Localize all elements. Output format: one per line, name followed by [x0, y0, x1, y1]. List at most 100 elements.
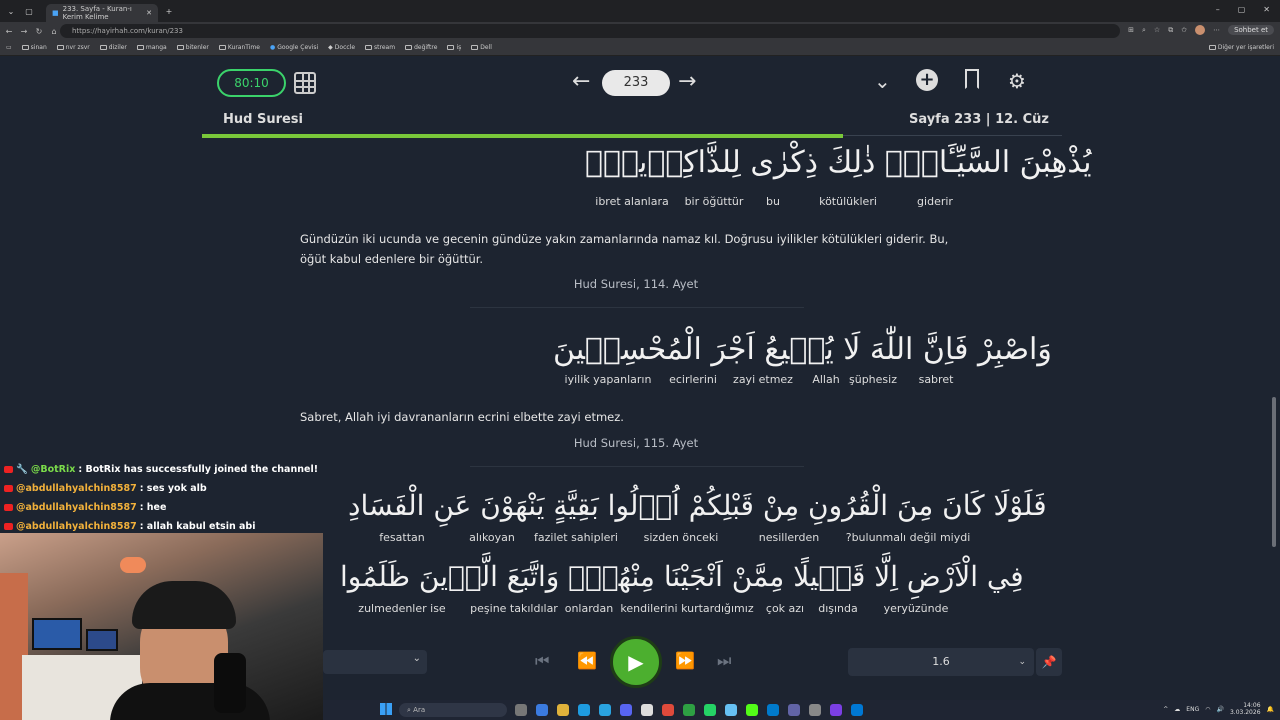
- gloss-word[interactable]: fazilet sahipleri: [534, 531, 618, 544]
- gloss-word[interactable]: bir öğüttür: [685, 195, 744, 208]
- gloss-word[interactable]: nesillerden: [759, 531, 819, 544]
- chrome-icon[interactable]: [662, 704, 674, 716]
- gloss-word[interactable]: sabret: [919, 373, 954, 386]
- previous-page-arrow-icon[interactable]: ←: [572, 69, 590, 94]
- menu-dots-icon[interactable]: ⋯: [1213, 26, 1220, 34]
- bookmark-item[interactable]: Dell: [471, 44, 492, 51]
- back-icon[interactable]: ←: [3, 27, 15, 36]
- bookmark-item[interactable]: nvr zsvr: [56, 44, 90, 51]
- home-icon[interactable]: ⌂: [48, 27, 60, 36]
- bookmark-icon[interactable]: [965, 69, 979, 89]
- gloss-word[interactable]: giderir: [917, 195, 953, 208]
- discord-icon[interactable]: [620, 704, 632, 716]
- edge-icon[interactable]: [536, 704, 548, 716]
- language-indicator[interactable]: ENG: [1186, 706, 1199, 713]
- verse-arabic-text[interactable]: فِي الْاَرْضِ اِلَّا قَل۪يلًا مِمَّنْ اَ…: [340, 560, 1024, 593]
- verse-arabic-text[interactable]: وَاصْبِرْ فَاِنَّ اللّٰهَ لَا يُض۪يعُ اَ…: [553, 332, 1052, 367]
- close-window-icon[interactable]: ✕: [1263, 5, 1270, 14]
- clock[interactable]: 14:06 3.03.2026: [1230, 702, 1261, 716]
- active-tab[interactable]: ■ 233. Sayfa - Kuran-ı Kerim Kelime ✕: [46, 3, 158, 22]
- visual-studio-icon[interactable]: [830, 704, 842, 716]
- minimize-icon[interactable]: –: [1216, 5, 1220, 14]
- bookmark-item[interactable]: sinan: [21, 44, 47, 51]
- file-explorer-icon[interactable]: [557, 704, 569, 716]
- double-chevron-down-icon[interactable]: ⌄: [874, 69, 891, 93]
- notification-icon[interactable]: 🔔: [1267, 706, 1274, 713]
- app-icon[interactable]: [641, 704, 653, 716]
- verse-arabic-text[interactable]: يُذْهِبْنَ السَّيِّـَٔاتِۜ ذٰلِكَ ذِكْرٰ…: [585, 145, 1091, 180]
- wifi-icon[interactable]: ◠: [1205, 706, 1210, 713]
- gloss-word[interactable]: onlardan: [565, 602, 614, 615]
- gloss-word[interactable]: fesattan: [379, 531, 424, 544]
- fast-forward-icon[interactable]: ⏩: [675, 651, 695, 670]
- bookmark-star-icon[interactable]: ☆: [1154, 26, 1160, 34]
- extensions-icon[interactable]: ⧉: [1168, 26, 1173, 35]
- tab-menu-icon[interactable]: ⌄: [4, 7, 18, 16]
- profile-avatar[interactable]: [1195, 25, 1206, 35]
- close-tab-icon[interactable]: ✕: [146, 9, 152, 17]
- bookmark-item[interactable]: ◆ Doccle: [328, 44, 355, 51]
- task-view-icon[interactable]: [515, 704, 527, 716]
- next-page-arrow-icon[interactable]: →: [678, 69, 696, 94]
- gloss-word[interactable]: ecirlerini: [669, 373, 717, 386]
- reading-timer[interactable]: 80:10: [217, 69, 286, 97]
- chat-button[interactable]: Sohbet et: [1228, 25, 1274, 35]
- store-icon[interactable]: [578, 704, 590, 716]
- skip-to-end-icon[interactable]: ⏭: [717, 651, 731, 671]
- bookmark-item[interactable]: bitenler: [176, 44, 209, 51]
- gloss-word[interactable]: zulmedenler ise: [358, 602, 445, 615]
- url-field[interactable]: https://hayirhah.com/kuran/233: [60, 24, 1120, 38]
- gloss-word[interactable]: bu: [766, 195, 780, 208]
- tray-chevron-icon[interactable]: ^: [1163, 706, 1168, 713]
- forward-icon[interactable]: →: [18, 27, 30, 36]
- volume-icon[interactable]: 🔊: [1216, 706, 1223, 713]
- gloss-word[interactable]: kendilerini kurtardığımız: [620, 602, 753, 615]
- settings-gear-icon[interactable]: ⚙: [1008, 69, 1026, 93]
- rewind-icon[interactable]: ⏪: [577, 651, 597, 670]
- page-number-field[interactable]: 233: [602, 70, 670, 96]
- play-button[interactable]: ▶: [610, 636, 662, 688]
- gloss-word[interactable]: dışında: [818, 602, 858, 615]
- teams-icon[interactable]: [788, 704, 800, 716]
- new-tab-icon[interactable]: +: [162, 7, 176, 16]
- gloss-word[interactable]: ibret alanlara: [595, 195, 668, 208]
- skip-to-start-icon[interactable]: ⏮: [535, 651, 549, 671]
- bookmark-item[interactable]: KuranTime: [218, 44, 260, 51]
- whatsapp-icon[interactable]: [704, 704, 716, 716]
- bookmark-item[interactable]: diziler: [99, 44, 127, 51]
- gloss-word[interactable]: yeryüzünde: [884, 602, 949, 615]
- bookmark-item[interactable]: manga: [136, 44, 167, 51]
- verse-arabic-text[interactable]: فَلَوْلَا كَانَ مِنَ الْقُرُونِ مِنْ قَب…: [348, 489, 1047, 522]
- gloss-word[interactable]: çok azı: [766, 602, 804, 615]
- windows-start-icon[interactable]: [380, 703, 392, 715]
- bookmark-item[interactable]: değiftre: [405, 44, 437, 51]
- translate-icon[interactable]: ⊞: [1128, 26, 1134, 34]
- maximize-icon[interactable]: ▢: [1238, 5, 1246, 14]
- telegram-icon[interactable]: [599, 704, 611, 716]
- vscode-icon[interactable]: [767, 704, 779, 716]
- reload-icon[interactable]: ↻: [33, 27, 45, 36]
- gloss-word[interactable]: kötülükleri: [819, 195, 877, 208]
- table-grid-icon[interactable]: [294, 72, 316, 94]
- xbox-icon[interactable]: [683, 704, 695, 716]
- zoom-icon[interactable]: ⌕: [1142, 26, 1146, 35]
- bookmark-item[interactable]: stream: [365, 44, 395, 51]
- gloss-word[interactable]: bulunmalı değil miydi?: [846, 531, 971, 544]
- apps-icon[interactable]: ▭: [6, 44, 12, 51]
- gloss-word[interactable]: alıkoyan: [469, 531, 515, 544]
- gloss-word[interactable]: zayi etmez: [733, 373, 793, 386]
- playback-speed-select[interactable]: 1.6 ⌄: [848, 648, 1034, 676]
- gloss-word[interactable]: peşine takıldılar: [470, 602, 558, 615]
- gloss-word[interactable]: iyilik yapanların: [565, 373, 652, 386]
- add-circle-icon[interactable]: +: [916, 69, 938, 91]
- app-icon[interactable]: [809, 704, 821, 716]
- gloss-word[interactable]: şüphesiz: [849, 373, 897, 386]
- taskbar-search[interactable]: ⌕ Ara: [399, 703, 507, 717]
- steam-icon[interactable]: [725, 704, 737, 716]
- kick-icon[interactable]: [746, 704, 758, 716]
- onedrive-icon[interactable]: ☁: [1174, 706, 1180, 713]
- app-icon[interactable]: [851, 704, 863, 716]
- favorites-icon[interactable]: ✩: [1181, 26, 1187, 34]
- bookmark-item[interactable]: ● Google Çevisi: [270, 44, 318, 51]
- reciter-select[interactable]: ⌄: [323, 650, 427, 674]
